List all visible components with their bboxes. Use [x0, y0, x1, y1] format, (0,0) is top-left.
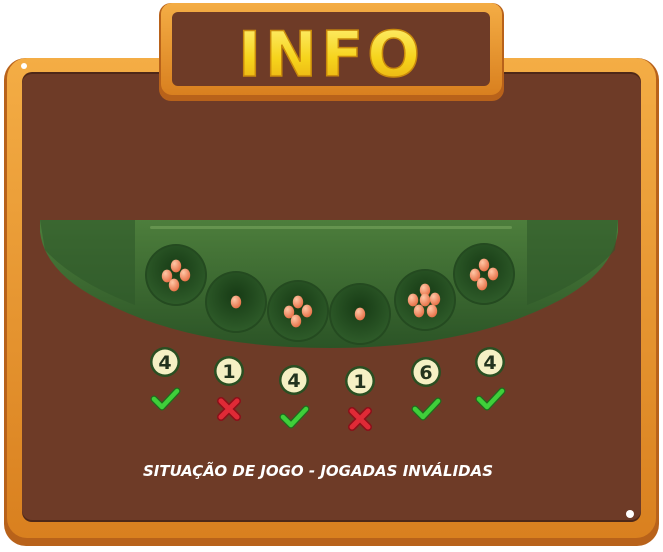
info-panel-scene: INFO 4 1 4 1 6 4 SITUAÇÃO DE JOGO - JOGADAS I…	[4, 3, 659, 546]
board-pit[interactable]	[453, 243, 515, 305]
seed	[301, 304, 313, 318]
panel-title: INFO	[238, 18, 424, 91]
board-pit[interactable]	[267, 280, 329, 342]
seed	[487, 267, 499, 281]
pit-count-label: 4	[158, 352, 171, 374]
board-pit[interactable]	[145, 244, 207, 306]
seed	[419, 293, 431, 307]
seed	[354, 307, 366, 321]
pit-count-badge: 6	[411, 357, 441, 387]
pit-count-label: 6	[419, 362, 432, 384]
seed	[170, 259, 182, 273]
board-pit[interactable]	[329, 283, 391, 345]
pit-count-label: 4	[483, 352, 496, 374]
cross-icon	[217, 397, 241, 421]
pit-count-badge: 4	[279, 365, 309, 395]
board-pit[interactable]	[394, 269, 456, 331]
seed	[292, 295, 304, 309]
frame-highlight-dot	[21, 63, 27, 69]
pit-count-badge: 1	[214, 356, 244, 386]
seed	[426, 304, 438, 318]
pit-count-label: 1	[353, 371, 366, 393]
board-pit[interactable]	[205, 271, 267, 333]
cross-icon	[348, 407, 372, 431]
seed	[407, 293, 419, 307]
pit-count-badge: 4	[475, 347, 505, 377]
frame-highlight-dot	[626, 510, 634, 518]
title-tab: INFO	[159, 3, 504, 101]
pit-count-badge: 1	[345, 366, 375, 396]
seed	[413, 304, 425, 318]
seed	[429, 292, 441, 306]
seed	[168, 278, 180, 292]
seed	[476, 277, 488, 291]
seed	[230, 295, 242, 309]
game-situation-caption: SITUAÇÃO DE JOGO - JOGADAS INVÁLIDAS	[143, 461, 493, 480]
seed	[179, 268, 191, 282]
pit-count-label: 4	[287, 370, 300, 392]
seed	[290, 314, 302, 328]
pit-count-badge: 4	[150, 347, 180, 377]
pit-count-label: 1	[222, 361, 235, 383]
seed	[478, 258, 490, 272]
